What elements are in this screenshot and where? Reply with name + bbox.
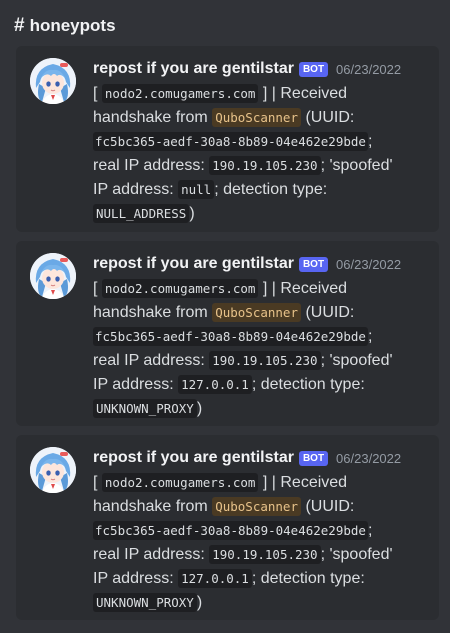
channel-name[interactable]: honeypots (30, 16, 116, 36)
uuid-code: fc5bc365-aedf-30a8-8b89-04e462e29bde (93, 132, 368, 151)
content-line: NULL_ADDRESS) (93, 202, 433, 226)
anime-avatar-icon (30, 58, 76, 104)
content-line: [ nodo2.comugamers.com ] | Received (93, 82, 433, 106)
scanner-code: QuboScanner (212, 303, 301, 322)
bot-badge: BOT (298, 450, 329, 466)
message-content: [ nodo2.comugamers.com ] | Received hand… (93, 277, 433, 421)
text-segment: handshake from (93, 109, 208, 126)
text-segment: real IP address: (93, 157, 205, 174)
uuid-code: fc5bc365-aedf-30a8-8b89-04e462e29bde (93, 521, 368, 540)
detection-type-code: UNKNOWN_PROXY (93, 593, 197, 612)
avatar[interactable] (30, 253, 76, 299)
text-segment: ] | Received (262, 280, 348, 297)
message-content: [ nodo2.comugamers.com ] | Received hand… (93, 471, 433, 615)
text-segment: ) (196, 400, 203, 417)
text-segment: ; 'spoofed' (320, 352, 393, 369)
discord-channel-view: # honeypots repost if you are gentilstar (0, 0, 450, 633)
message-card[interactable]: repost if you are gentilstar BOT 06/23/2… (16, 435, 439, 620)
content-line: real IP address: 190.19.105.230; 'spoofe… (93, 154, 433, 178)
avatar[interactable] (30, 447, 76, 493)
avatar[interactable] (30, 58, 76, 104)
text-segment: (UUID: (305, 304, 355, 321)
text-segment: ] | Received (262, 85, 348, 102)
anime-avatar-icon (30, 447, 76, 493)
content-line: UNKNOWN_PROXY) (93, 591, 433, 615)
server-code: nodo2.comugamers.com (101, 473, 259, 492)
text-segment: ; detection type: (214, 181, 328, 198)
content-line: real IP address: 190.19.105.230; 'spoofe… (93, 349, 433, 373)
real-ip-code: 190.19.105.230 (209, 351, 321, 370)
timestamp[interactable]: 06/23/2022 (336, 451, 401, 466)
text-segment: ] | Received (262, 474, 348, 491)
text-segment: IP address: (93, 570, 174, 587)
content-line: handshake from QuboScanner (UUID: (93, 495, 433, 519)
timestamp[interactable]: 06/23/2022 (336, 257, 401, 272)
scanner-code: QuboScanner (212, 108, 301, 127)
message-header: repost if you are gentilstar BOT 06/23/2… (93, 253, 401, 275)
text-segment: (UUID: (305, 109, 355, 126)
text-segment: [ (93, 474, 98, 491)
message-header: repost if you are gentilstar BOT 06/23/2… (93, 58, 401, 80)
username[interactable]: repost if you are gentilstar (93, 449, 294, 467)
real-ip-code: 190.19.105.230 (209, 545, 321, 564)
server-code: nodo2.comugamers.com (101, 84, 259, 103)
bot-badge: BOT (298, 61, 329, 77)
text-segment: ; 'spoofed' (320, 546, 393, 563)
text-segment: IP address: (93, 181, 174, 198)
content-line: fc5bc365-aedf-30a8-8b89-04e462e29bde; (93, 130, 433, 154)
text-segment: handshake from (93, 304, 208, 321)
content-line: [ nodo2.comugamers.com ] | Received (93, 277, 433, 301)
text-segment: ; (367, 133, 373, 150)
content-line: handshake from QuboScanner (UUID: (93, 106, 433, 130)
uuid-code: fc5bc365-aedf-30a8-8b89-04e462e29bde (93, 327, 368, 346)
content-line: fc5bc365-aedf-30a8-8b89-04e462e29bde; (93, 519, 433, 543)
text-segment: [ (93, 85, 98, 102)
message-header: repost if you are gentilstar BOT 06/23/2… (93, 447, 401, 469)
server-code: nodo2.comugamers.com (101, 279, 259, 298)
content-line: fc5bc365-aedf-30a8-8b89-04e462e29bde; (93, 325, 433, 349)
content-line: handshake from QuboScanner (UUID: (93, 301, 433, 325)
anime-avatar-icon (30, 253, 76, 299)
text-segment: ) (189, 205, 195, 222)
content-line: IP address: 127.0.0.1; detection type: (93, 567, 433, 591)
channel-header[interactable]: # honeypots (14, 14, 116, 38)
text-segment: ; (367, 522, 373, 539)
hash-icon: # (14, 14, 25, 36)
text-segment: ; detection type: (251, 570, 365, 587)
timestamp[interactable]: 06/23/2022 (336, 62, 401, 77)
text-segment: ) (196, 594, 203, 611)
detection-type-code: UNKNOWN_PROXY (93, 399, 197, 418)
content-line: [ nodo2.comugamers.com ] | Received (93, 471, 433, 495)
text-segment: ; 'spoofed' (320, 157, 393, 174)
content-line: IP address: 127.0.0.1; detection type: (93, 373, 433, 397)
text-segment: (UUID: (305, 498, 355, 515)
message-card[interactable]: repost if you are gentilstar BOT 06/23/2… (16, 46, 439, 232)
ip-code: 127.0.0.1 (178, 375, 252, 394)
content-line: UNKNOWN_PROXY) (93, 397, 433, 421)
scanner-code: QuboScanner (212, 497, 301, 516)
ip-code: null (178, 180, 215, 199)
username[interactable]: repost if you are gentilstar (93, 255, 294, 273)
message-card[interactable]: repost if you are gentilstar BOT 06/23/2… (16, 241, 439, 426)
ip-code: 127.0.0.1 (178, 569, 252, 588)
content-line: IP address: null; detection type: (93, 178, 433, 202)
text-segment: [ (93, 280, 98, 297)
text-segment: ; detection type: (251, 376, 365, 393)
content-line: real IP address: 190.19.105.230; 'spoofe… (93, 543, 433, 567)
detection-type-code: NULL_ADDRESS (93, 204, 190, 223)
message-content: [ nodo2.comugamers.com ] | Received hand… (93, 82, 433, 226)
text-segment: handshake from (93, 498, 208, 515)
username[interactable]: repost if you are gentilstar (93, 60, 294, 78)
text-segment: real IP address: (93, 546, 205, 563)
bot-badge: BOT (298, 256, 329, 272)
text-segment: ; (367, 328, 373, 345)
text-segment: IP address: (93, 376, 174, 393)
text-segment: real IP address: (93, 352, 205, 369)
real-ip-code: 190.19.105.230 (209, 156, 321, 175)
